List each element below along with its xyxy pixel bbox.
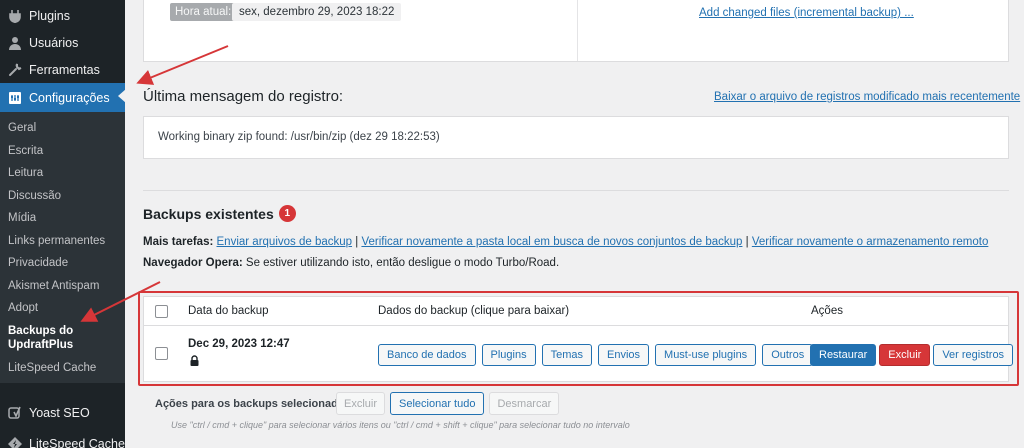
submenu-item-updraftplus[interactable]: Backups do UpdraftPlus: [0, 320, 80, 357]
menu-item-users[interactable]: Usuários: [0, 29, 125, 56]
yoast-icon: [7, 405, 23, 421]
existing-backups-title: Backups existentes: [143, 205, 274, 222]
submenu-item-privacy[interactable]: Privacidade: [0, 252, 125, 275]
bulk-actions-label: Ações para os backups selecionados: [155, 398, 351, 410]
rescan-remote-storage-link[interactable]: Verificar novamente o armazenamento remo…: [752, 236, 989, 248]
bulk-action-buttons: Excluir Selecionar tudo Desmarcar: [336, 392, 560, 415]
submenu-item-akismet[interactable]: Akismet Antispam: [0, 275, 125, 298]
wrench-icon: [7, 62, 23, 78]
menu-item-yoast[interactable]: Yoast SEO: [0, 397, 125, 428]
selection-hint: Use "ctrl / cmd + clique" para seleciona…: [171, 420, 630, 430]
select-all-button[interactable]: Selecionar tudo: [390, 392, 485, 415]
plugin-icon: [7, 8, 23, 24]
log-message: Working binary zip found: /usr/bin/zip (…: [158, 131, 440, 143]
more-tasks-line: Mais tarefas: Enviar arquivos de backup …: [143, 236, 988, 248]
user-icon: [7, 35, 23, 51]
bulk-delete-button[interactable]: Excluir: [336, 392, 386, 415]
menu-item-label: Yoast SEO: [29, 405, 90, 420]
menu-item-plugins[interactable]: Plugins: [0, 2, 125, 29]
opera-text: Se estiver utilizando isto, então deslig…: [242, 257, 560, 269]
current-time-card: Hora atual: sex, dezembro 29, 2023 18:22…: [143, 0, 1009, 62]
submenu-item-permalinks[interactable]: Links permanentes: [0, 230, 125, 253]
submenu-item-reading[interactable]: Leitura: [0, 162, 125, 185]
more-tasks-label: Mais tarefas:: [143, 236, 214, 248]
deselect-button[interactable]: Desmarcar: [489, 392, 560, 415]
download-log-link[interactable]: Baixar o arquivo de registros modificado…: [714, 91, 1020, 103]
submenu-item-media[interactable]: Mídia: [0, 207, 125, 230]
submenu-item-adopt[interactable]: Adopt: [0, 297, 125, 320]
incremental-backup-link[interactable]: Add changed files (incremental backup) .…: [699, 7, 914, 19]
main-content: Hora atual: sex, dezembro 29, 2023 18:22…: [125, 0, 1024, 448]
current-time-label: Hora atual:: [170, 3, 237, 21]
rescan-local-folder-link[interactable]: Verificar novamente a pasta local em bus…: [361, 236, 742, 248]
existing-backups-heading: Backups existentes 1: [143, 205, 296, 222]
card-divider: [577, 0, 578, 61]
settings-icon: [7, 90, 23, 106]
submenu-item-litespeed[interactable]: LiteSpeed Cache: [0, 357, 125, 380]
settings-submenu: Geral Escrita Leitura Discussão Mídia Li…: [0, 112, 125, 383]
menu-item-litespeed-cache[interactable]: LiteSpeed Cache: [0, 428, 125, 448]
menu-item-label: Ferramentas: [29, 62, 100, 77]
menu-item-label: LiteSpeed Cache: [29, 436, 125, 448]
current-time-value: sex, dezembro 29, 2023 18:22: [232, 3, 402, 21]
menu-item-label: Configurações: [29, 90, 110, 105]
opera-notice: Navegador Opera: Se estiver utilizando i…: [143, 257, 559, 269]
admin-sidebar: Plugins Usuários Ferramentas Configuraçõ…: [0, 0, 126, 448]
section-divider: [143, 190, 1009, 191]
highlight-box: [138, 291, 1019, 386]
separator: |: [742, 236, 752, 248]
submenu-item-writing[interactable]: Escrita: [0, 140, 125, 163]
log-title: Última mensagem do registro:: [143, 88, 344, 105]
litespeed-icon: [7, 436, 23, 448]
backup-count-badge: 1: [278, 205, 296, 222]
opera-label: Navegador Opera:: [143, 257, 243, 269]
upload-backup-files-link[interactable]: Enviar arquivos de backup: [217, 236, 353, 248]
submenu-item-discussion[interactable]: Discussão: [0, 185, 125, 208]
log-message-box: Working binary zip found: /usr/bin/zip (…: [143, 116, 1009, 159]
menu-item-settings[interactable]: Configurações: [0, 83, 126, 112]
menu-item-label: Plugins: [29, 8, 70, 23]
menu-item-label: Usuários: [29, 35, 79, 50]
menu-item-tools[interactable]: Ferramentas: [0, 56, 125, 83]
submenu-item-general[interactable]: Geral: [0, 117, 125, 140]
